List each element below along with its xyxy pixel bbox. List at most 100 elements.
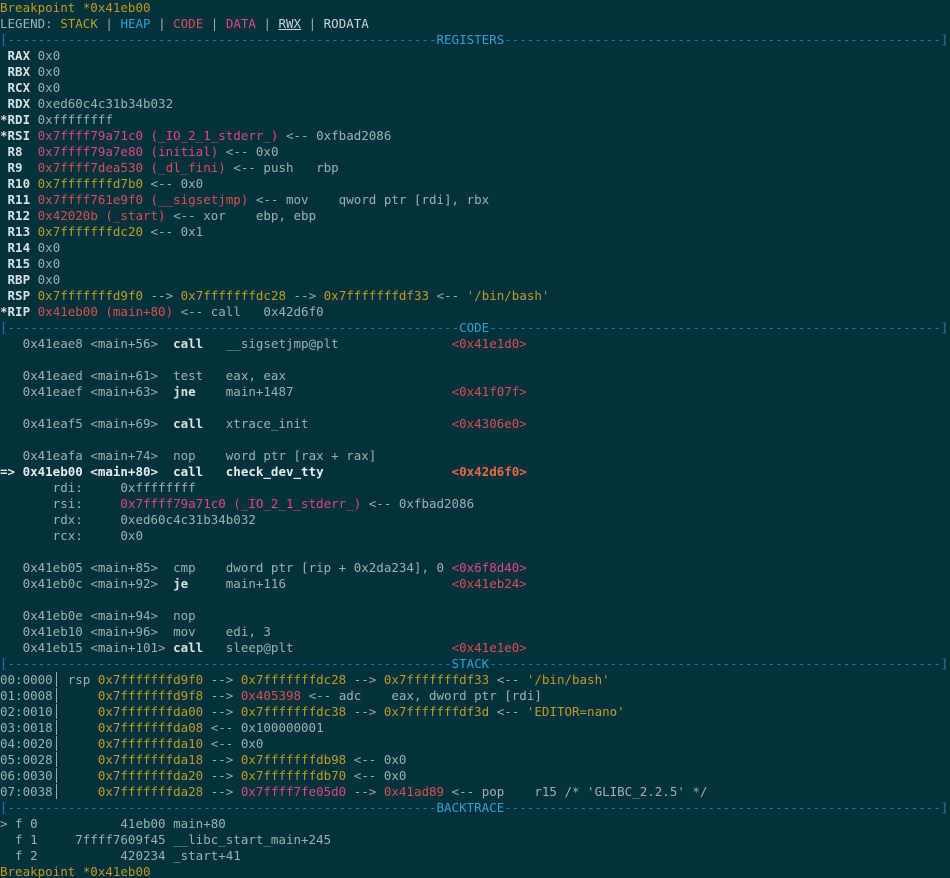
text-segment: 0x41eae8 <main+56>: [0, 336, 173, 351]
text-segment: LEGEND:: [0, 16, 60, 31]
text-segment: cmp: [173, 560, 226, 575]
call-arg-row: rsi: 0x7ffff79a71c0 (_IO_2_1_stderr_) <-…: [0, 496, 950, 512]
text-segment: je: [173, 576, 226, 591]
breakpoint-message-top: Breakpoint *0x41eb00: [0, 0, 950, 16]
text-segment: DATA: [226, 16, 256, 31]
text-segment: 0x7ffff79a71c0 (_IO_2_1_stderr_): [38, 128, 279, 143]
text-segment: <-- pop r15 /* 'GLIBC_2.2.5' */: [444, 784, 707, 799]
section-title: BACKTRACE: [437, 800, 505, 815]
text-segment: -->: [203, 784, 241, 799]
register-row-rdx: RDX 0xed60c4c31b34b032: [0, 96, 950, 112]
divider-dashes: [---------------------------------------…: [0, 656, 452, 671]
call-arg-row: rdi: 0xffffffff: [0, 480, 950, 496]
disasm-row-current: => 0x41eb00 <main+80> call check_dev_tty…: [0, 464, 950, 480]
divider-stack: [---------------------------------------…: [0, 656, 950, 672]
disasm-row: 0x41eb10 <main+96> mov edi, 3: [0, 624, 950, 640]
text-segment: 07:0038│: [0, 784, 98, 799]
text-segment: 0x0: [38, 240, 61, 255]
disasm-row: 0x41eb0c <main+92> je main+116 <0x41eb24…: [0, 576, 950, 592]
section-title: CODE: [459, 320, 489, 335]
stack-row: 01:0008│ 0x7fffffffd9f8 --> 0x405398 <--…: [0, 688, 950, 704]
divider-dashes: ----------------------------------------…: [504, 32, 948, 47]
call-arg-row: rdx: 0xed60c4c31b34b032: [0, 512, 950, 528]
text-segment: nop: [173, 608, 196, 623]
backtrace-row: > f 0 41eb00 main+80: [0, 816, 950, 832]
text-segment: 0xffffffff: [38, 112, 113, 127]
text-segment: CODE: [173, 16, 203, 31]
text-segment: 0x7fffffffd7b0: [38, 176, 143, 191]
text-segment: <-- 0x0: [203, 736, 263, 751]
text-segment: edi, 3: [226, 624, 271, 639]
text-segment: 0x7fffffffdf33: [324, 288, 429, 303]
section-title: REGISTERS: [437, 32, 505, 47]
text-segment: RBX: [0, 64, 38, 79]
text-segment: rdi: 0xffffffff: [0, 480, 196, 495]
divider-dashes: ----------------------------------------…: [504, 800, 948, 815]
text-segment: 0x0: [38, 80, 61, 95]
text-segment: <0x4306e0>: [452, 416, 527, 431]
text-segment: 0x7fffffffdb70: [241, 768, 346, 783]
text-segment: 0x7fffffffda00: [98, 704, 203, 719]
text-segment: 06:0030│: [0, 768, 98, 783]
stack-row: 05:0028│ 0x7fffffffda18 --> 0x7fffffffdb…: [0, 752, 950, 768]
text-segment: <-- 0x0: [346, 768, 406, 783]
text-segment: |: [301, 16, 324, 31]
stack-row: 06:0030│ 0x7fffffffda20 --> 0x7fffffffdb…: [0, 768, 950, 784]
text-segment: > f 0 41eb00 main+80: [0, 816, 226, 831]
text-segment: 0x7fffffffda10: [98, 736, 203, 751]
text-segment: -->: [143, 288, 181, 303]
text-segment: 0x41eb0c <main+92>: [0, 576, 173, 591]
text-segment: *RIP: [0, 304, 38, 319]
pwndbg-terminal-window[interactable]: Breakpoint *0x41eb00LEGEND: STACK | HEAP…: [0, 0, 950, 878]
text-segment: RODATA: [324, 16, 369, 31]
text-segment: 'EDITOR=nano': [527, 704, 625, 719]
text-segment: 0x7fffffffdb98: [241, 752, 346, 767]
text-segment: R15: [0, 256, 38, 271]
divider-registers: [---------------------------------------…: [0, 32, 950, 48]
text-segment: f 1 7ffff7609f45 __libc_start_main+245: [0, 832, 331, 847]
text-segment: call: [173, 464, 226, 479]
backtrace-row: f 2 420234 _start+41: [0, 848, 950, 864]
text-segment: -->: [203, 752, 241, 767]
divider-dashes: [---------------------------------------…: [0, 800, 437, 815]
text-segment: 0x7fffffffda28: [98, 784, 203, 799]
text-segment: <--: [429, 288, 467, 303]
blank-line: [0, 544, 950, 560]
text-segment: main+1487: [226, 384, 452, 399]
text-segment: -->: [203, 688, 241, 703]
text-segment: 0x7fffffffd9f0: [38, 288, 143, 303]
text-segment: |: [256, 16, 279, 31]
text-segment: nop: [173, 448, 226, 463]
text-segment: =>: [0, 464, 23, 479]
text-segment: 0x7fffffffd9f0: [98, 672, 203, 687]
text-segment: -->: [346, 704, 384, 719]
text-segment: RWX: [279, 16, 302, 31]
text-segment: 0x405398: [241, 688, 301, 703]
text-segment: rcx: 0x0: [0, 528, 143, 543]
register-row-r12: R12 0x42020b (_start) <-- xor ebp, ebp: [0, 208, 950, 224]
text-segment: dword ptr [rip + 0x2da234], 0: [226, 560, 452, 575]
text-segment: <--: [489, 672, 527, 687]
text-segment: R9: [0, 160, 38, 175]
text-segment: <--: [489, 704, 527, 719]
text-segment: RAX: [0, 48, 38, 63]
text-segment: 0x7fffffffdf33: [384, 672, 489, 687]
text-segment: <0x42d6f0>: [452, 464, 527, 479]
text-segment: 0x7fffffffd9f8: [98, 688, 203, 703]
disasm-row: 0x41eaf5 <main+69> call xtrace_init <0x4…: [0, 416, 950, 432]
text-segment: rsi:: [0, 496, 120, 511]
text-segment: <0x41f07f>: [452, 384, 527, 399]
text-segment: <0x41e1d0>: [452, 336, 527, 351]
text-segment: <-- mov qword ptr [rdi], rbx: [248, 192, 489, 207]
register-row-r13: R13 0x7fffffffdc20 <-- 0x1: [0, 224, 950, 240]
text-segment: 0x42020b (_start): [38, 208, 166, 223]
text-segment: 0x41eb05 <main+85>: [0, 560, 173, 575]
text-segment: 0x7fffffffdc28: [181, 288, 286, 303]
register-row-r14: R14 0x0: [0, 240, 950, 256]
text-segment: '/bin/bash': [527, 672, 610, 687]
blank-line: [0, 352, 950, 368]
text-segment: <-- push rbp: [226, 160, 339, 175]
text-segment: 0x41eaf5 <main+69>: [0, 416, 173, 431]
text-segment: word ptr [rax + rax]: [226, 448, 377, 463]
text-segment: 03:0018│: [0, 720, 98, 735]
